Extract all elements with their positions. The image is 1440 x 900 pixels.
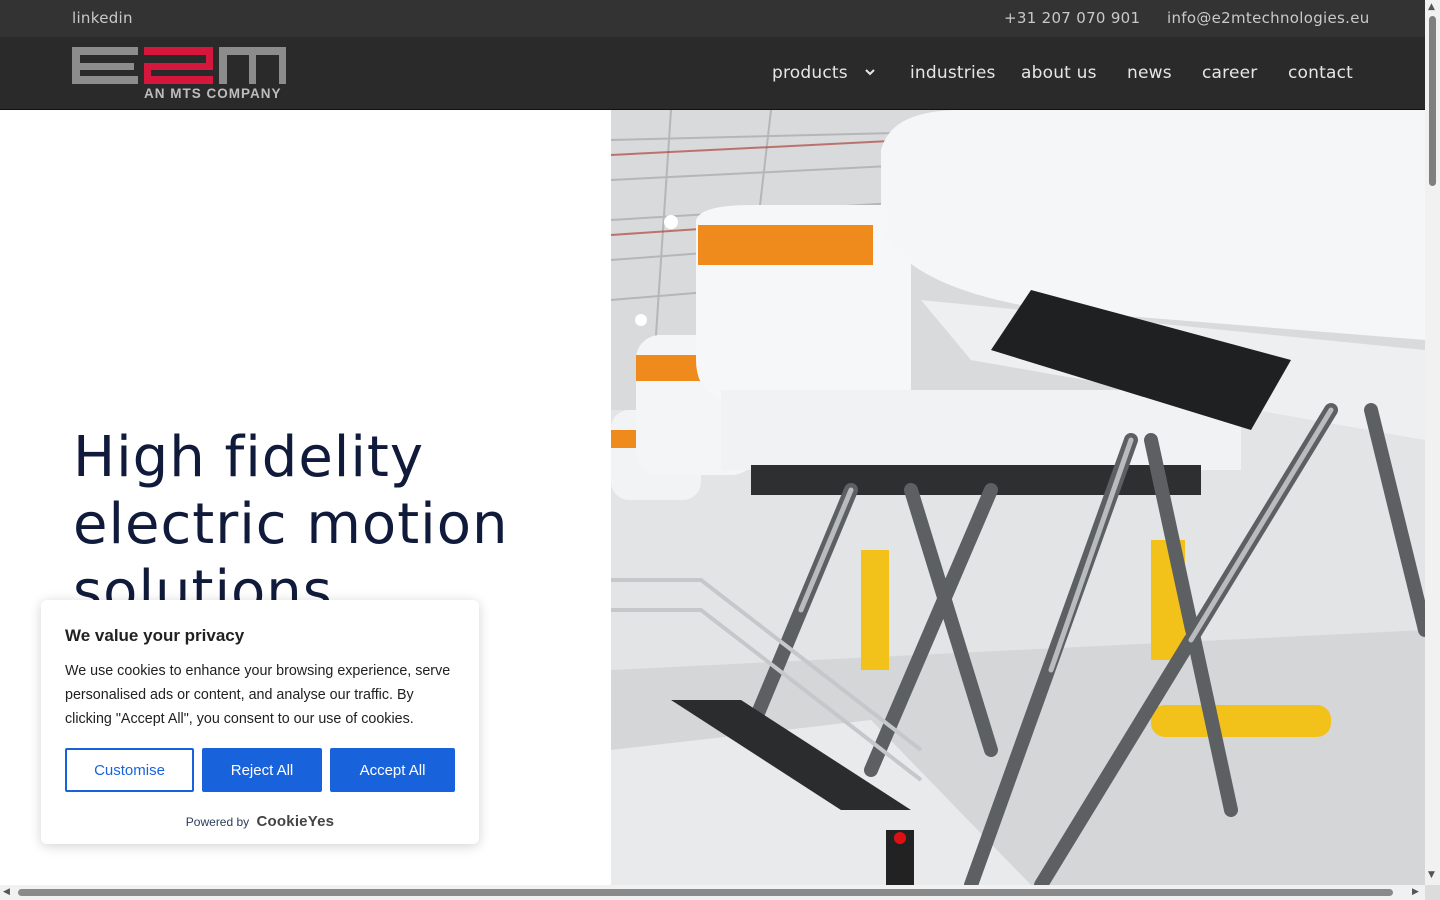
linkedin-link[interactable]: linkedin [72, 9, 133, 27]
scrollbar-corner [1425, 885, 1440, 900]
nav-item-industries[interactable]: industries [910, 63, 996, 83]
nav-item-contact[interactable]: contact [1288, 63, 1353, 83]
nav-item-news[interactable]: news [1127, 63, 1172, 83]
horizontal-scroll-thumb[interactable] [18, 889, 1393, 896]
headline-line-1: High fidelity [73, 425, 424, 490]
powered-by-label: Powered by [185, 815, 250, 829]
vertical-scrollbar[interactable]: ▲ ▼ [1425, 0, 1440, 885]
e2m-logo[interactable]: AN MTS COMPANY [72, 47, 288, 101]
phone-link[interactable]: +31 207 070 901 [1004, 9, 1140, 27]
logo-tagline: AN MTS COMPANY [144, 86, 282, 101]
hero-headline: High fidelity electric motion solutions [73, 424, 593, 625]
nav-item-career[interactable]: career [1202, 63, 1258, 83]
headline-line-2: electric motion [73, 492, 509, 557]
hero-image [611, 110, 1425, 885]
accept-all-button[interactable]: Accept All [330, 748, 455, 792]
top-bar: linkedin +31 207 070 901 info@e2mtechnol… [0, 0, 1425, 37]
main-navbar: AN MTS COMPANY products industries about… [0, 37, 1425, 110]
cookie-title: We value your privacy [65, 626, 245, 645]
horizontal-scrollbar[interactable]: ◀ ▶ [0, 885, 1425, 900]
nav-item-about-us[interactable]: about us [1021, 63, 1097, 83]
customise-button[interactable]: Customise [65, 748, 194, 792]
scroll-right-icon[interactable]: ▶ [1412, 888, 1419, 897]
scroll-down-icon[interactable]: ▼ [1428, 871, 1435, 880]
nav-item-products[interactable]: products [772, 63, 848, 83]
powered-by: Powered by CookieYes [41, 813, 479, 830]
cookie-consent-banner: We value your privacy We use cookies to … [41, 600, 479, 844]
reject-all-button[interactable]: Reject All [202, 748, 322, 792]
scroll-left-icon[interactable]: ◀ [3, 888, 10, 897]
email-link[interactable]: info@e2mtechnologies.eu [1167, 9, 1370, 27]
scroll-up-icon[interactable]: ▲ [1428, 3, 1435, 12]
cookie-description: We use cookies to enhance your browsing … [65, 663, 451, 727]
chevron-down-icon[interactable] [863, 65, 877, 79]
vertical-scroll-thumb[interactable] [1429, 16, 1436, 186]
cookieyes-logo[interactable]: CookieYes [257, 813, 335, 830]
